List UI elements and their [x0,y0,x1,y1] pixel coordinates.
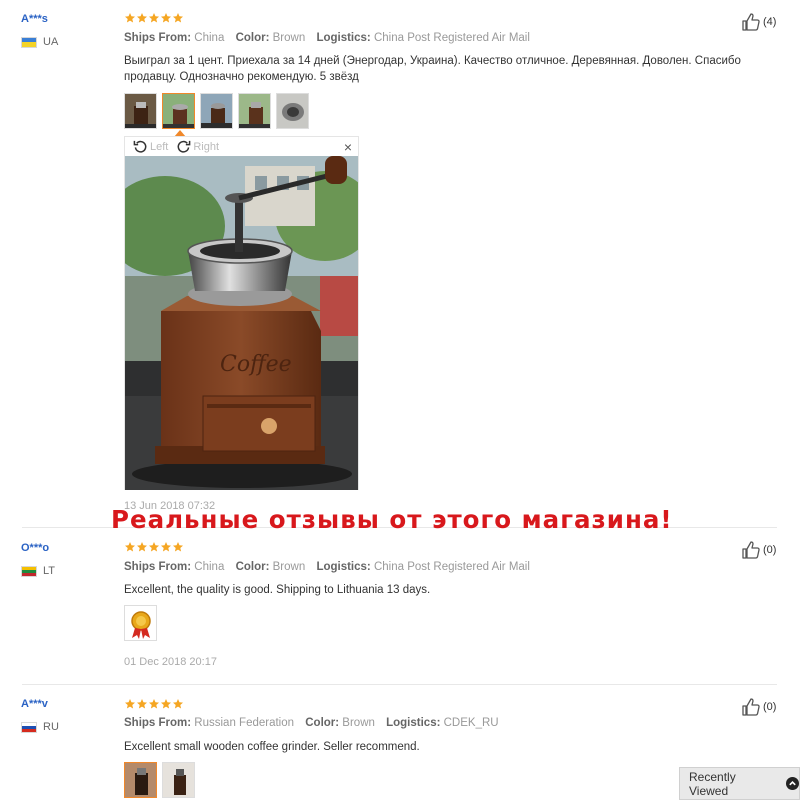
review-photos [124,93,309,129]
logistics-label: Logistics: [386,717,441,729]
rotate-left-icon [133,140,147,153]
ukraine-flag-icon [21,36,37,48]
photo-thumbnail-selected[interactable] [162,93,195,129]
photo-viewer: Left Right × Coffee [124,136,359,490]
review-date: 01 Dec 2018 20:17 [124,656,217,668]
star-icon [160,698,172,710]
ships-from-label: Ships From: [124,32,192,44]
helpful-count: (0) [763,544,777,556]
photo-thumbnail-selected[interactable] [124,762,157,798]
recently-viewed-button[interactable]: Recently Viewed [679,767,800,800]
color-value: Brown [272,32,306,44]
rotate-right-button[interactable]: Right [176,139,219,154]
photo-thumbnail[interactable] [124,93,157,129]
russia-flag-icon [21,721,37,733]
color-label: Color: [235,561,270,573]
star-icon [148,541,160,553]
helpful-count: (0) [763,701,777,713]
ships-from-label: Ships From: [124,561,192,573]
ships-from-label: Ships From: [124,717,192,729]
helpful-count: (4) [763,16,777,28]
thumbs-up-icon [741,540,761,560]
star-icon [136,541,148,553]
thumbs-up-icon [741,697,761,717]
chevron-up-icon [786,777,799,790]
star-rating [124,698,184,710]
order-info: Ships From: China Color: Brown Logistics… [124,32,538,44]
star-icon [136,12,148,24]
photo-thumbnail[interactable] [238,93,271,129]
color-label: Color: [305,717,340,729]
country-code: RU [43,721,59,733]
star-icon [124,12,136,24]
helpful-button[interactable]: (0) [741,697,776,717]
logistics-label: Logistics: [316,32,371,44]
ships-from-value: China [194,32,225,44]
star-icon [148,698,160,710]
review-text: Excellent, the quality is good. Shipping… [124,584,431,596]
rotate-left-button[interactable]: Left [133,139,168,154]
rotate-left-label: Left [150,140,169,153]
grinder-engraving: Coffee [220,352,292,377]
star-icon [172,698,184,710]
review-text: Выиграл за 1 цент. Приехала за 14 дней (… [124,55,741,83]
review-divider [22,684,777,685]
helpful-button[interactable]: (0) [741,540,776,560]
photo-thumbnail[interactable] [124,605,157,641]
rotate-right-icon [177,140,191,153]
color-label: Color: [235,32,270,44]
star-icon [136,698,148,710]
thumbs-up-icon [741,12,761,32]
star-icon [172,541,184,553]
ships-from-value: China [194,561,225,573]
coffee-grinder-photo: Coffee [125,156,358,490]
star-icon [172,12,184,24]
helpful-button[interactable]: (4) [741,12,776,32]
rotate-right-label: Right [193,140,220,153]
star-rating [124,541,184,553]
star-icon [124,698,136,710]
photo-thumbnail[interactable] [276,93,309,129]
order-info: Ships From: Russian Federation Color: Br… [124,717,507,729]
review-text: Excellent small wooden coffee grinder. S… [124,741,420,753]
reviewer-name[interactable]: A***s [21,13,48,25]
photo-thumbnail[interactable] [200,93,233,129]
close-viewer-button[interactable]: × [344,139,352,155]
logistics-value: CDEK_RU [443,717,499,729]
review-photos [124,605,157,641]
reviewer-name[interactable]: O***o [21,542,49,554]
logistics-label: Logistics: [316,561,371,573]
star-icon [160,12,172,24]
photo-thumbnail[interactable] [162,762,195,798]
promo-banner-text: Реальные отзывы от этого магазина! [111,505,673,534]
color-value: Brown [272,561,306,573]
star-icon [148,12,160,24]
reviewer-name[interactable]: A***v [21,698,48,710]
logistics-value: China Post Registered Air Mail [373,561,530,573]
viewer-toolbar: Left Right × [125,137,358,156]
star-rating [124,12,184,24]
country-code: LT [43,565,56,577]
lithuania-flag-icon [21,565,37,577]
recently-viewed-label: Recently Viewed [689,769,736,798]
country-code: UA [43,36,59,48]
reviewer-country: RU [21,721,59,733]
reviewer-country: LT [21,565,55,577]
order-info: Ships From: China Color: Brown Logistics… [124,561,538,573]
review-photos [124,762,195,798]
logistics-value: China Post Registered Air Mail [373,32,530,44]
reviewer-country: UA [21,36,58,48]
star-icon [160,541,172,553]
color-value: Brown [342,717,375,729]
star-icon [124,541,136,553]
ships-from-value: Russian Federation [194,717,295,729]
